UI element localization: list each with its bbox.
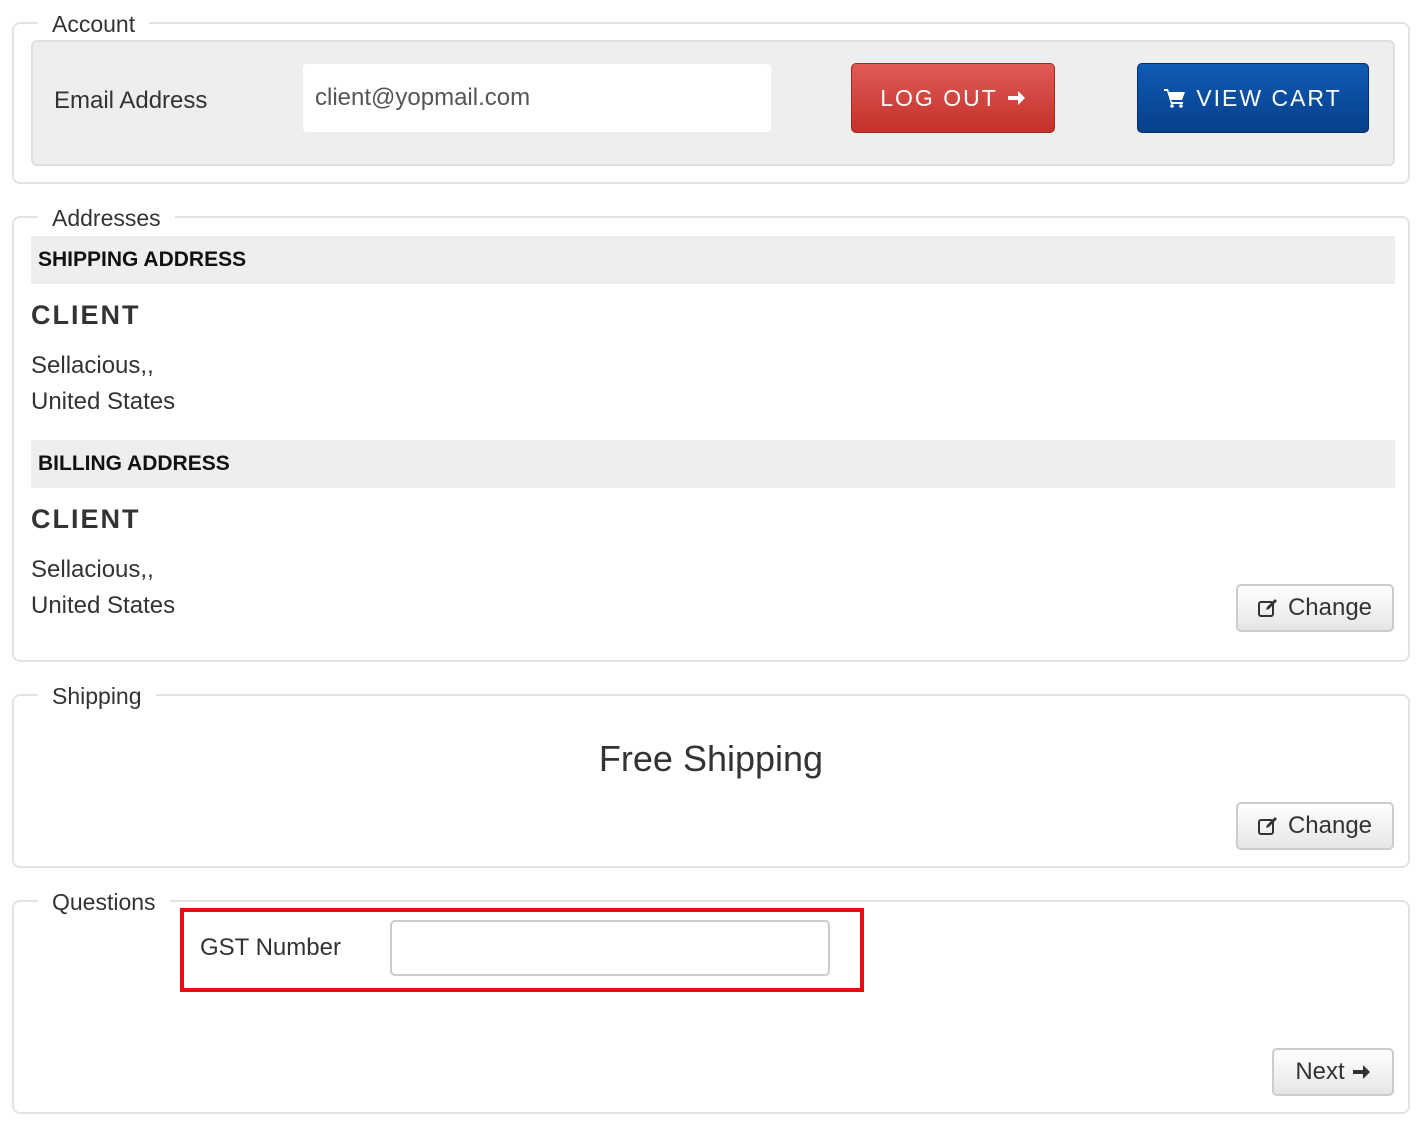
edit-icon (1257, 816, 1280, 836)
shipping-client-name: CLIENT (31, 300, 141, 330)
questions-legend: Questions (38, 889, 170, 915)
cart-icon (1164, 88, 1186, 108)
next-label: Next (1295, 1058, 1345, 1085)
edit-icon (1257, 598, 1280, 618)
shipping-address-line2: United States (31, 388, 176, 415)
account-legend: Account (38, 11, 150, 37)
shipping-legend: Shipping (38, 683, 156, 709)
shipping-fieldset: Shipping Free Shipping Change (12, 683, 1410, 868)
addresses-fieldset: Addresses SHIPPING ADDRESS CLIENT Sellac… (12, 205, 1410, 662)
billing-address-line1: Sellacious,, (31, 556, 154, 583)
account-panel: Email Address client@yopmail.com LOG OUT… (31, 40, 1395, 166)
billing-address-line2: United States (31, 592, 176, 619)
questions-fieldset: Questions GST Number Next (12, 889, 1410, 1114)
email-label: Email Address (54, 87, 208, 114)
view-cart-button[interactable]: VIEW CART (1137, 63, 1369, 133)
logout-label: LOG OUT (880, 84, 998, 111)
change-address-button[interactable]: Change (1236, 584, 1394, 632)
change-address-label: Change (1287, 594, 1373, 621)
gst-number-input[interactable] (390, 920, 830, 976)
shipping-method-title: Free Shipping (598, 738, 824, 779)
change-shipping-button[interactable]: Change (1236, 802, 1394, 850)
billing-client-name: CLIENT (31, 504, 141, 534)
email-field[interactable]: client@yopmail.com (303, 64, 771, 132)
change-shipping-label: Change (1287, 812, 1373, 839)
shipping-address-header: SHIPPING ADDRESS (31, 236, 1395, 284)
next-button[interactable]: Next (1272, 1048, 1394, 1096)
billing-address-header: BILLING ADDRESS (31, 440, 1395, 488)
addresses-legend: Addresses (38, 205, 175, 231)
arrow-right-icon (1351, 1062, 1371, 1082)
account-fieldset: Account Email Address client@yopmail.com… (12, 11, 1410, 184)
view-cart-label: VIEW CART (1196, 84, 1342, 111)
logout-button[interactable]: LOG OUT (851, 63, 1055, 133)
shipping-address-line1: Sellacious,, (31, 352, 154, 379)
gst-number-label: GST Number (200, 934, 341, 961)
arrow-right-icon (1006, 88, 1026, 108)
